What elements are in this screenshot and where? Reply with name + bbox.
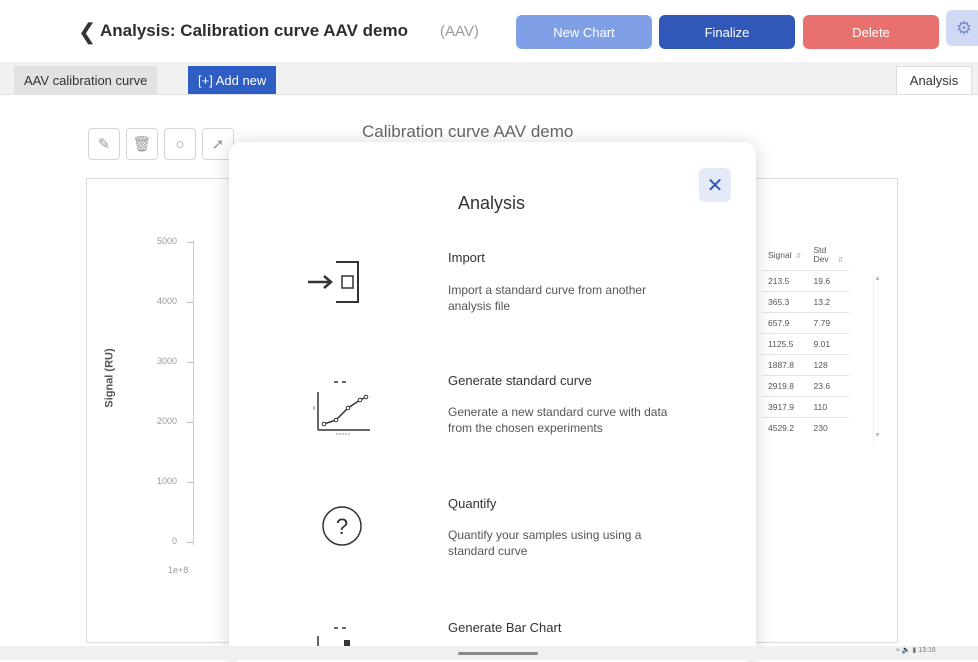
cell-signal: 2919.8	[762, 375, 808, 397]
tab-analysis[interactable]: Analysis	[896, 66, 972, 94]
circle-icon[interactable]: ○	[164, 128, 196, 160]
table-row[interactable]: 1125.5 9.01	[762, 333, 850, 355]
y-tick-label: 3000	[156, 356, 177, 366]
y-tick-label: 5000	[156, 236, 177, 246]
table-row[interactable]: 213.5 19.6	[762, 270, 850, 292]
table-row[interactable]: 365.3 13.2	[762, 291, 850, 313]
cell-std-dev: 230	[807, 417, 850, 438]
cell-signal: 1125.5	[762, 333, 808, 355]
trash-icon[interactable]: 🗑	[126, 128, 158, 160]
table-row[interactable]: 4529.2 230	[762, 417, 850, 438]
y-tick-mark	[187, 242, 193, 243]
cell-std-dev: 13.2	[807, 291, 850, 313]
chart-title: Calibration curve AAV demo	[362, 122, 574, 141]
option-quantify-description: Quantify your samples using using a stan…	[448, 528, 642, 558]
y-tick-label: 2000	[156, 416, 177, 426]
cell-std-dev: 128	[807, 354, 850, 376]
option-quantify-title[interactable]: Quantify	[448, 496, 496, 511]
cell-signal: 4529.2	[762, 417, 808, 438]
y-axis	[193, 240, 194, 545]
y-tick-mark	[187, 542, 193, 543]
y-tick-label: 1000	[156, 476, 177, 486]
bar-chart-icon[interactable]	[300, 612, 380, 646]
x-tick-label: 1e+8	[168, 565, 189, 575]
page-subtitle: (AAV)	[440, 23, 479, 40]
cell-std-dev: 9.01	[807, 333, 850, 355]
table-row[interactable]: 2919.8 23.6	[762, 375, 850, 397]
option-generate-bar-chart-title[interactable]: Generate Bar Chart	[448, 620, 561, 635]
home-indicator[interactable]	[458, 652, 538, 655]
table-row[interactable]: 1887.8 128	[762, 354, 850, 376]
y-tick-mark	[187, 302, 193, 303]
gear-icon[interactable]: ⚙	[946, 10, 978, 46]
table-scrollbar[interactable]: ▲ ▼	[873, 275, 881, 445]
table-row[interactable]: 657.9 7.79	[762, 312, 850, 334]
cell-signal: 657.9	[762, 312, 808, 334]
standard-curve-icon[interactable]	[300, 372, 380, 442]
tab-aav-calibration-curve[interactable]: AAV calibration curve	[14, 66, 158, 94]
y-tick-label: 4000	[156, 296, 177, 306]
option-import-description: Import a standard curve from another ana…	[448, 283, 647, 313]
volume-icon: 🔈	[901, 647, 911, 654]
column-header-signal[interactable]: Signal ⇵	[762, 240, 808, 271]
tab-add-new[interactable]: [+] Add new	[188, 66, 277, 94]
cell-signal: 213.5	[762, 270, 808, 292]
y-tick-label: 0	[171, 536, 177, 546]
option-generate-standard-curve-title[interactable]: Generate standard curve	[448, 373, 592, 388]
cell-signal: 1887.8	[762, 354, 808, 376]
data-table: Signal ⇵ Std Dev ⇵ 213.5 19.6 365.3 13.2 657.9…	[762, 240, 850, 438]
delete-button[interactable]: Delete	[803, 15, 939, 49]
cell-std-dev: 19.6	[807, 270, 850, 292]
close-icon[interactable]: ✕	[699, 168, 731, 202]
option-generate-standard-curve-description: Generate a new standard curve with data …	[448, 405, 668, 435]
battery-icon: ▮	[912, 647, 917, 654]
pencil-icon[interactable]: ✎	[88, 128, 120, 160]
cell-std-dev: 23.6	[807, 375, 850, 397]
back-chevron-icon[interactable]: ❮	[78, 20, 96, 44]
modal-title: Analysis	[458, 193, 526, 213]
y-tick-mark	[187, 482, 193, 483]
finalize-button[interactable]: Finalize	[659, 15, 795, 49]
page-title: Analysis: Calibration curve AAV demo	[100, 21, 408, 40]
svg-text:?: ?	[336, 514, 348, 539]
column-header-std-dev[interactable]: Std Dev ⇵	[808, 240, 850, 271]
status-tray: ≈ 🔈 ▮ 13:16	[896, 646, 936, 654]
new-chart-button[interactable]: New Chart	[516, 15, 652, 49]
y-axis-label: Signal (RU)	[103, 348, 116, 408]
table-row[interactable]: 3917.9 110	[762, 396, 850, 418]
cell-signal: 3917.9	[762, 396, 808, 418]
clock: 13:16	[918, 647, 936, 654]
y-tick-mark	[187, 362, 193, 363]
cell-std-dev: 110	[807, 396, 850, 418]
y-tick-mark	[187, 422, 193, 423]
wifi-icon: ≈	[896, 647, 900, 654]
option-import-title[interactable]: Import	[448, 250, 485, 265]
question-icon[interactable]: ?	[300, 500, 380, 570]
import-icon[interactable]	[300, 250, 380, 320]
cell-std-dev: 7.79	[807, 312, 850, 334]
cell-signal: 365.3	[762, 291, 808, 313]
